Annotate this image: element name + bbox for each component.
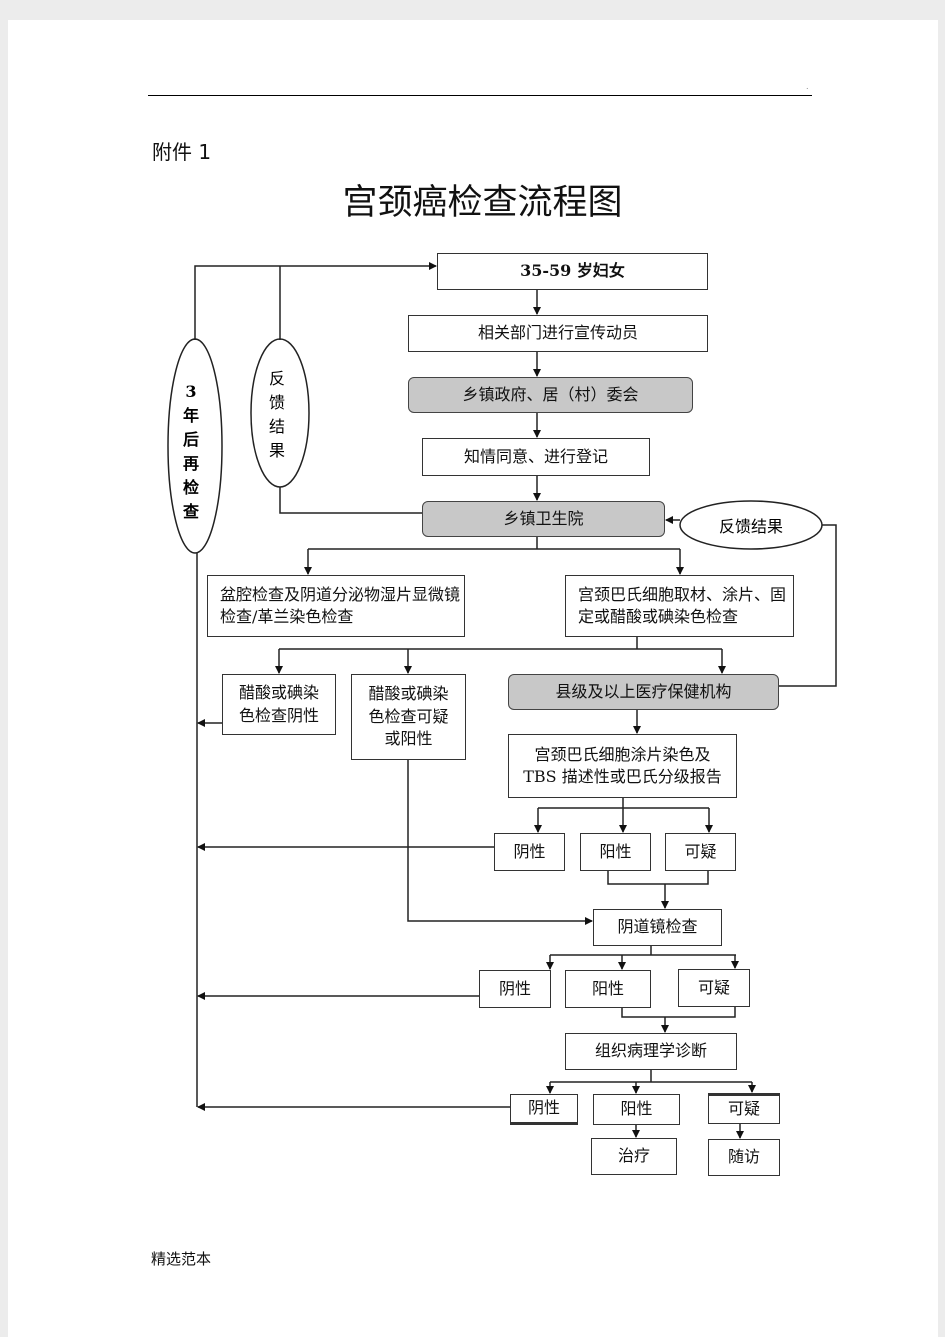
colpo-negative-box: 阴性 [479,970,551,1008]
publicity-box: 相关部门进行宣传动员 [408,315,708,352]
feedback-right-text: 反馈结果 [718,517,783,536]
pap-positive-box: 阳性 [580,833,651,871]
feedback-left-text: 反馈结果 [268,369,285,460]
treatment-box: 治疗 [591,1138,677,1175]
path-negative-box: 阴性 [510,1094,578,1125]
pathology-box: 组织病理学诊断 [565,1033,737,1070]
colposcopy-box: 阴道镜检查 [593,909,722,946]
recheck-3yr-text: 3年后再检查 [182,382,199,521]
path-positive-box: 阳性 [593,1094,680,1125]
consent-register-box: 知情同意、进行登记 [422,438,650,476]
county-institution-box: 县级及以上医疗保健机构 [508,674,779,710]
pap-negative-box: 阴性 [494,833,565,871]
township-gov-box: 乡镇政府、居（村）委会 [408,377,693,413]
township-clinic-box: 乡镇卫生院 [422,501,665,537]
colpo-suspicious-box: 可疑 [678,969,750,1007]
via-positive-box: 醋酸或碘染色检查可疑或阳性 [351,674,466,760]
pap-suspicious-box: 可疑 [665,833,736,871]
pap-sample-box: 宫颈巴氏细胞取材、涂片、固定或醋酸或碘染色检查 [565,575,794,637]
pap-report-box: 宫颈巴氏细胞涂片染色及TBS 描述性或巴氏分级报告 [508,734,737,798]
women-35-59-box: 35-59 岁妇女 [437,253,708,290]
footer-text: 精选范本 [151,1250,212,1268]
via-negative-box: 醋酸或碘染色检查阴性 [222,674,336,735]
path-suspicious-box: 可疑 [708,1093,780,1124]
followup-box: 随访 [708,1139,780,1176]
pelvic-exam-box: 盆腔检查及阴道分泌物湿片显微镜检查/革兰染色检查 [207,575,465,637]
flowchart-connectors [167,262,837,1139]
colpo-positive-box: 阳性 [565,970,651,1008]
